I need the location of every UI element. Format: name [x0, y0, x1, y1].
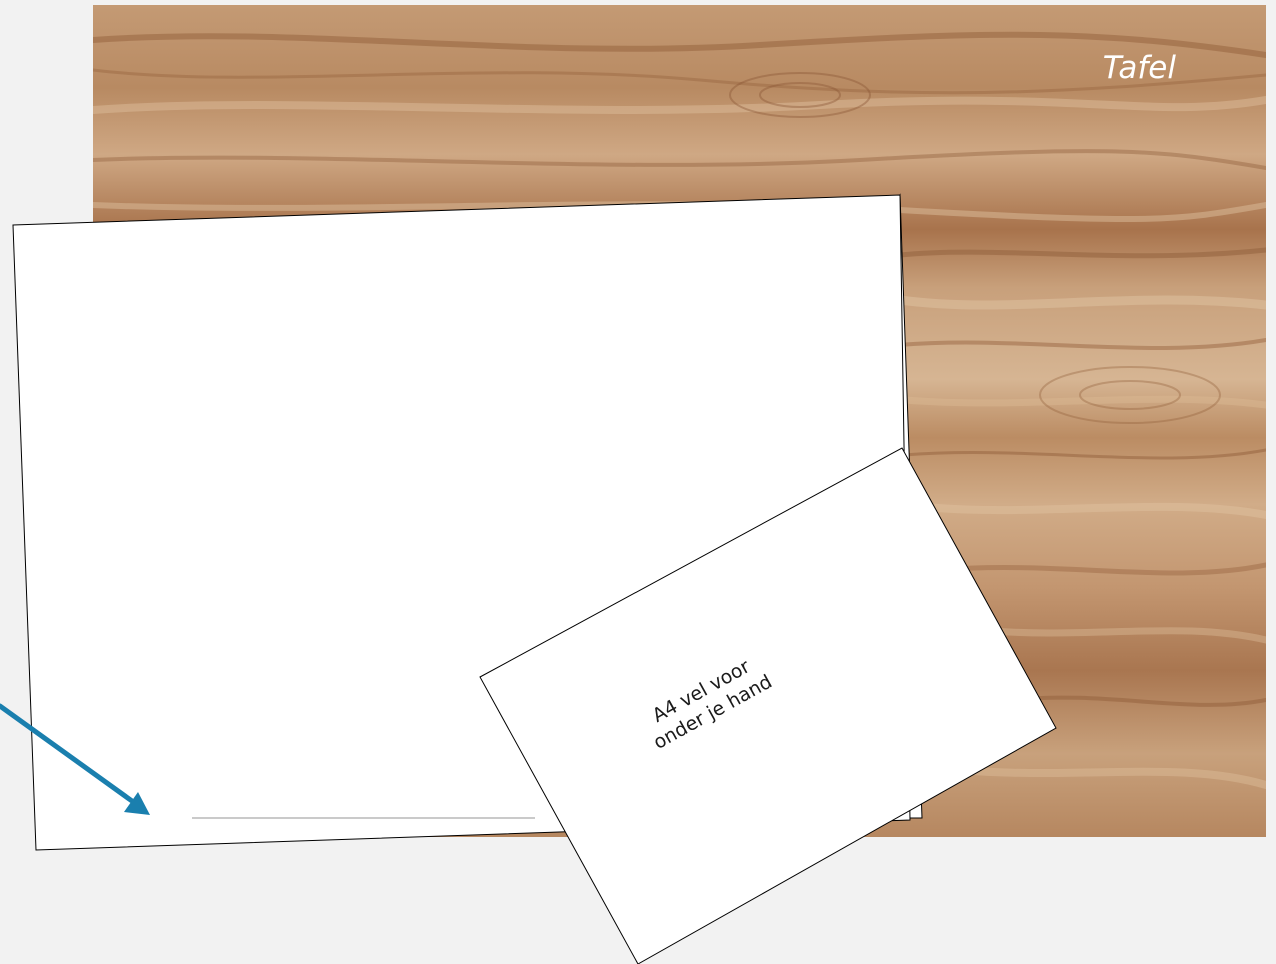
diagram-canvas: Tafel A4 vel voor onder je hand [0, 5, 1266, 964]
table-label: Tafel [1103, 50, 1177, 86]
